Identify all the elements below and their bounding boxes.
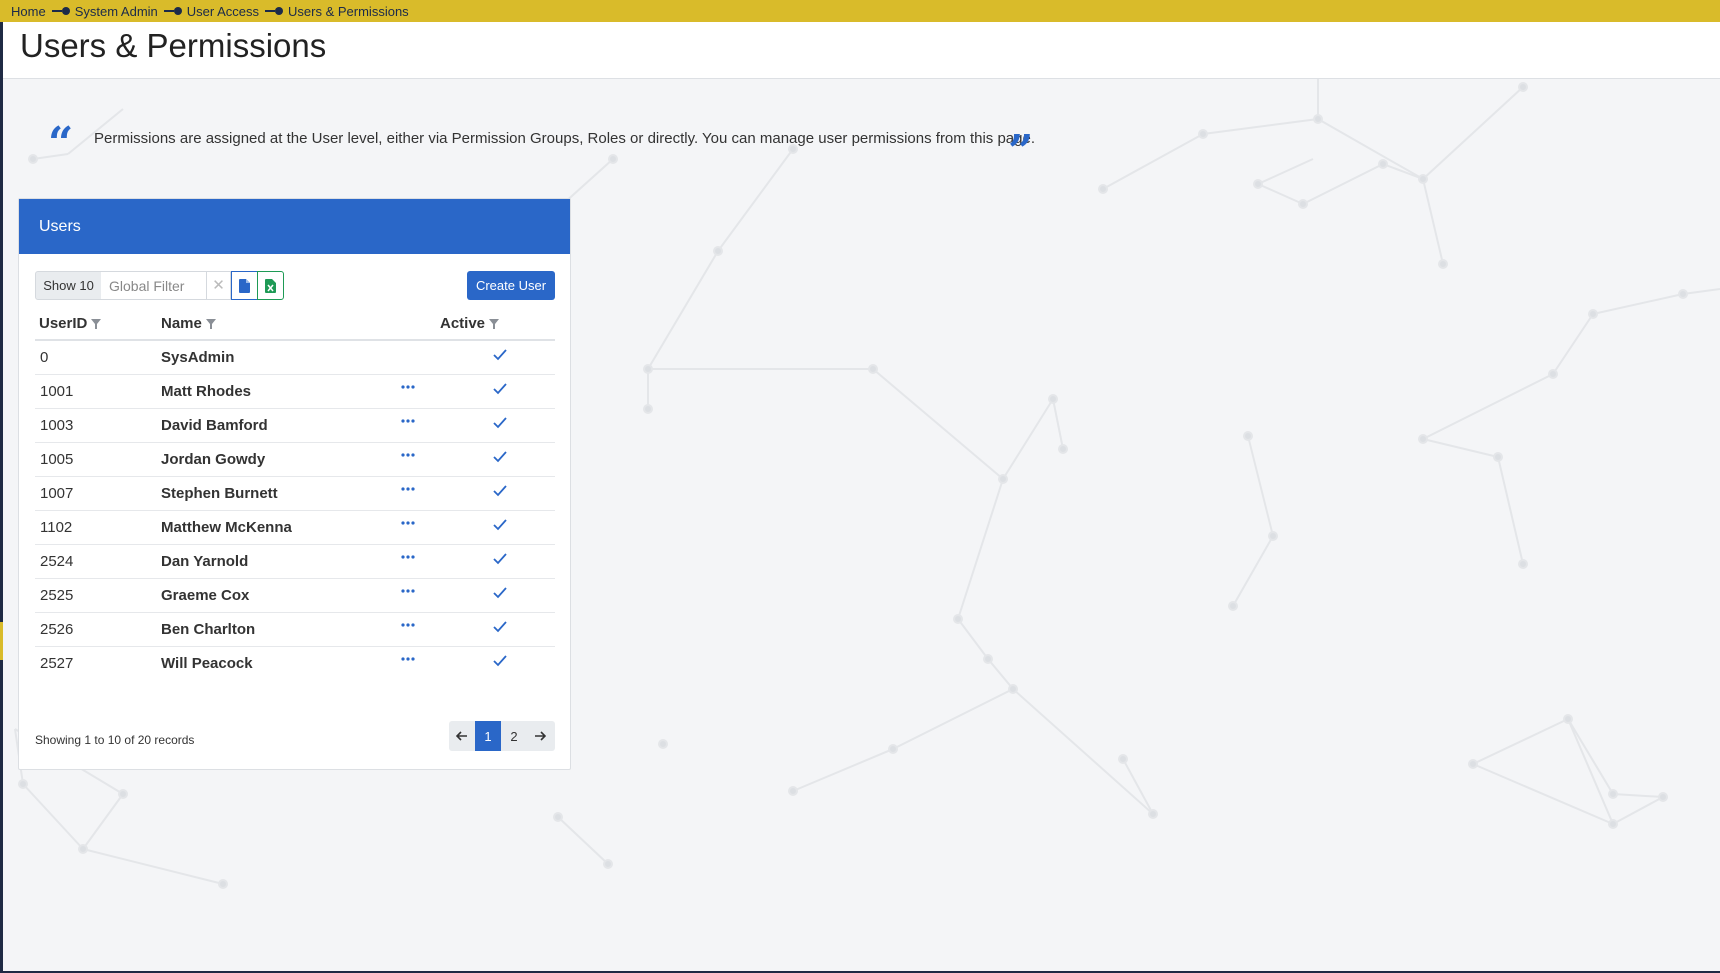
cell-userid: 2527 <box>40 655 74 672</box>
cell-name: David Bamford <box>161 417 268 434</box>
check-icon <box>493 553 507 565</box>
table-row[interactable]: 1007 Stephen Burnett <box>35 477 555 511</box>
cell-name: Jordan Gowdy <box>161 451 266 468</box>
users-panel: Users Show 10 ✕ Create User UserID Na <box>18 198 571 770</box>
check-icon <box>493 655 507 667</box>
page-size-select[interactable]: Show 10 <box>35 271 102 300</box>
funnel-icon[interactable] <box>205 318 216 329</box>
breadcrumb-system-admin[interactable]: System Admin <box>75 4 158 19</box>
table-row[interactable]: 1102 Matthew McKenna <box>35 511 555 545</box>
cell-userid: 1001 <box>40 383 74 400</box>
cell-userid: 1005 <box>40 451 74 468</box>
cell-userid: 1102 <box>40 519 73 536</box>
cell-name: Ben Charlton <box>161 621 256 638</box>
table-row[interactable]: 2527 Will Peacock <box>35 647 555 681</box>
table-body: 0 SysAdmin 1001 Matt Rhodes 1003 David Bamfor… <box>35 341 555 681</box>
arrow-right-icon <box>535 731 546 741</box>
clear-filter-button[interactable]: ✕ <box>207 271 231 300</box>
cell-name: Matt Rhodes <box>161 383 251 400</box>
check-icon <box>493 451 507 463</box>
cell-name: Dan Yarnold <box>161 553 249 570</box>
check-icon <box>493 349 507 361</box>
more-icon[interactable] <box>401 385 415 389</box>
more-icon[interactable] <box>401 657 415 661</box>
breadcrumb-separator-icon <box>163 7 182 15</box>
cell-userid: 2524 <box>40 553 74 570</box>
funnel-icon[interactable] <box>91 318 102 329</box>
check-icon <box>493 621 507 633</box>
breadcrumb-home[interactable]: Home <box>11 4 46 19</box>
cell-name: Graeme Cox <box>161 587 250 604</box>
create-user-button[interactable]: Create User <box>467 271 555 300</box>
more-icon[interactable] <box>401 453 415 457</box>
cell-name: Matthew McKenna <box>161 519 292 536</box>
cell-userid: 2525 <box>40 587 74 604</box>
document-icon <box>239 278 250 293</box>
more-icon[interactable] <box>401 419 415 423</box>
export-document-button[interactable] <box>231 271 258 300</box>
next-page-button[interactable] <box>527 721 553 751</box>
table-toolbar: Show 10 ✕ Create User <box>35 271 555 301</box>
table-row[interactable]: 1001 Matt Rhodes <box>35 375 555 409</box>
check-icon <box>493 485 507 497</box>
pagination: 1 2 <box>449 721 555 751</box>
cell-userid: 1007 <box>40 485 74 502</box>
check-icon <box>493 383 507 395</box>
page-title: Users & Permissions <box>20 27 327 64</box>
column-header-name[interactable]: Name <box>161 315 216 332</box>
cell-name: SysAdmin <box>161 349 235 366</box>
breadcrumb: Home System Admin User Access Users & Pe… <box>0 0 1720 22</box>
more-icon[interactable] <box>401 487 415 491</box>
cell-userid: 0 <box>40 349 49 366</box>
arrow-left-icon <box>456 731 467 741</box>
excel-icon <box>265 278 276 293</box>
check-icon <box>493 417 507 429</box>
page-header: Users & Permissions <box>3 22 1720 79</box>
panel-title: Users <box>19 199 570 254</box>
check-icon <box>493 519 507 531</box>
quote-close-icon: ” <box>1008 126 1034 177</box>
cell-name: Will Peacock <box>161 655 253 672</box>
more-icon[interactable] <box>401 555 415 559</box>
breadcrumb-separator-icon <box>265 7 284 15</box>
table-row[interactable]: 1003 David Bamford <box>35 409 555 443</box>
breadcrumb-user-access[interactable]: User Access <box>187 4 259 19</box>
table-row[interactable]: 1005 Jordan Gowdy <box>35 443 555 477</box>
table-row[interactable]: 2526 Ben Charlton <box>35 613 555 647</box>
global-filter-input[interactable] <box>101 271 207 300</box>
export-excel-button[interactable] <box>257 271 284 300</box>
more-icon[interactable] <box>401 623 415 627</box>
check-icon <box>493 587 507 599</box>
table-header: UserID Name Active <box>35 311 555 341</box>
more-icon[interactable] <box>401 521 415 525</box>
breadcrumb-current: Users & Permissions <box>288 3 409 19</box>
table-row[interactable]: 2524 Dan Yarnold <box>35 545 555 579</box>
column-label: Name <box>161 315 202 332</box>
column-label: Active <box>440 315 486 332</box>
column-header-userid[interactable]: UserID <box>39 315 102 332</box>
breadcrumb-separator-icon <box>51 7 70 15</box>
cell-name: Stephen Burnett <box>161 485 278 502</box>
page-button-2[interactable]: 2 <box>501 721 527 751</box>
column-label: UserID <box>39 315 88 332</box>
info-text: Permissions are assigned at the User lev… <box>94 130 1035 147</box>
cell-userid: 2526 <box>40 621 74 638</box>
users-table: UserID Name Active 0 SysAdmin 1001 Matt Rho… <box>35 311 555 681</box>
prev-page-button[interactable] <box>449 721 475 751</box>
table-row[interactable]: 2525 Graeme Cox <box>35 579 555 613</box>
info-quote: “ Permissions are assigned at the User l… <box>48 122 1048 174</box>
funnel-icon[interactable] <box>489 318 500 329</box>
quote-open-icon: “ <box>48 118 74 169</box>
records-info: Showing 1 to 10 of 20 records <box>35 733 195 747</box>
column-header-active[interactable]: Active <box>440 315 500 332</box>
more-icon[interactable] <box>401 589 415 593</box>
table-row[interactable]: 0 SysAdmin <box>35 341 555 375</box>
cell-userid: 1003 <box>40 417 74 434</box>
page-button-1[interactable]: 1 <box>475 721 501 751</box>
